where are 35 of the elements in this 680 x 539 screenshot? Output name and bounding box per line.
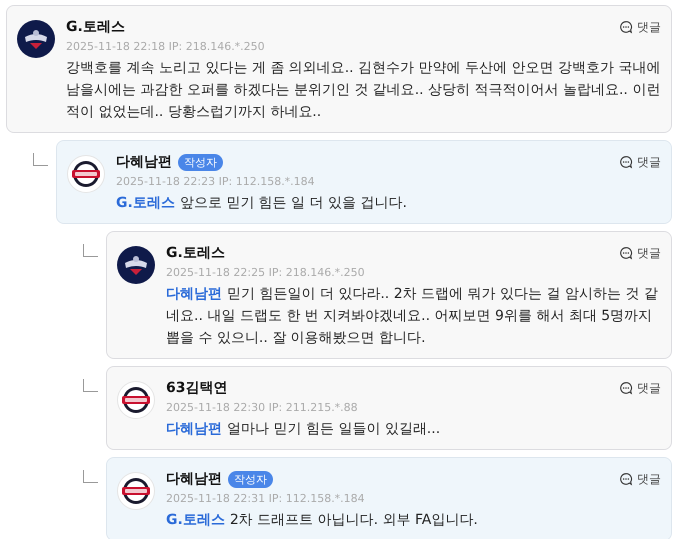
comment-icon [619, 472, 633, 486]
author-name[interactable]: 다혜남편 [166, 470, 222, 488]
comment-icon [619, 381, 633, 395]
reply-button[interactable]: 댓글 [619, 18, 661, 36]
comment-meta: 2025-11-18 22:30 IP: 211.215.*.88 [166, 401, 359, 414]
reply-arrow-icon [83, 244, 98, 257]
author-name[interactable]: G.토레스 [166, 244, 225, 262]
author-name[interactable]: 다혜남편 [116, 153, 172, 171]
reply-arrow-icon [83, 470, 98, 483]
reply-button[interactable]: 댓글 [619, 154, 661, 170]
comment-text: G.토레스 2차 드래프트 아닙니다. 외부 FA입니다. [166, 511, 479, 530]
comment-icon [619, 155, 633, 169]
reply-button[interactable]: 댓글 [619, 380, 661, 396]
comment-text: 다혜남편 얼마나 믿기 힘든 일들이 있길래... [166, 420, 442, 439]
mention-link[interactable]: 다혜남편 [166, 421, 222, 437]
reply-arrow-icon [83, 379, 98, 392]
comment-text: 다혜남편 믿기 힘든일이 더 있다라.. 2차 드랩에 뭐가 있다는 걸 암시하는 것 같네요.. 내일 드랩도 한 번 지켜봐야겠네요.. 어찌보면 9위를 해서 최대 5명까지 뽑을 수 있으니.. 잘 이용해봤으면 합니다. [166, 285, 659, 348]
mention-link[interactable]: G.토레스 [116, 195, 175, 211]
author-badge: 작성자 [228, 470, 273, 488]
comment-text: 강백호를 계속 노리고 있다는 게 좀 의외네요.. 김현수가 만약에 두산에 안오면 강백호가 국내에 남을시에는 과감한 오퍼를 하겠다는 분위기인 것 같네요.. 상당히 적극적이어서 놀랍네요.. 이런 적이 없었는데.. 당황스럽기까지 하네요.. [66, 59, 661, 122]
comment-icon [619, 20, 633, 34]
comment-meta: 2025-11-18 22:31 IP: 112.158.*.184 [166, 492, 366, 505]
reply-button[interactable]: 댓글 [619, 470, 661, 488]
author-name[interactable]: 63김택연 [166, 379, 228, 397]
comment-text: G.토레스 앞으로 믿기 힘든 일 더 있을 겁니다. [116, 194, 408, 213]
comment-meta: 2025-11-18 22:23 IP: 112.158.*.184 [116, 175, 316, 188]
reply-arrow-icon [33, 153, 48, 166]
comment-icon [619, 246, 633, 260]
mention-link[interactable]: 다혜남편 [166, 286, 222, 302]
comment-meta: 2025-11-18 22:25 IP: 218.146.*.250 [166, 266, 366, 279]
comment-meta: 2025-11-18 22:18 IP: 218.146.*.250 [66, 40, 266, 53]
mention-link[interactable]: G.토레스 [166, 512, 225, 528]
author-badge: 작성자 [178, 154, 223, 170]
reply-button[interactable]: 댓글 [619, 244, 661, 262]
author-name[interactable]: G.토레스 [66, 18, 125, 36]
